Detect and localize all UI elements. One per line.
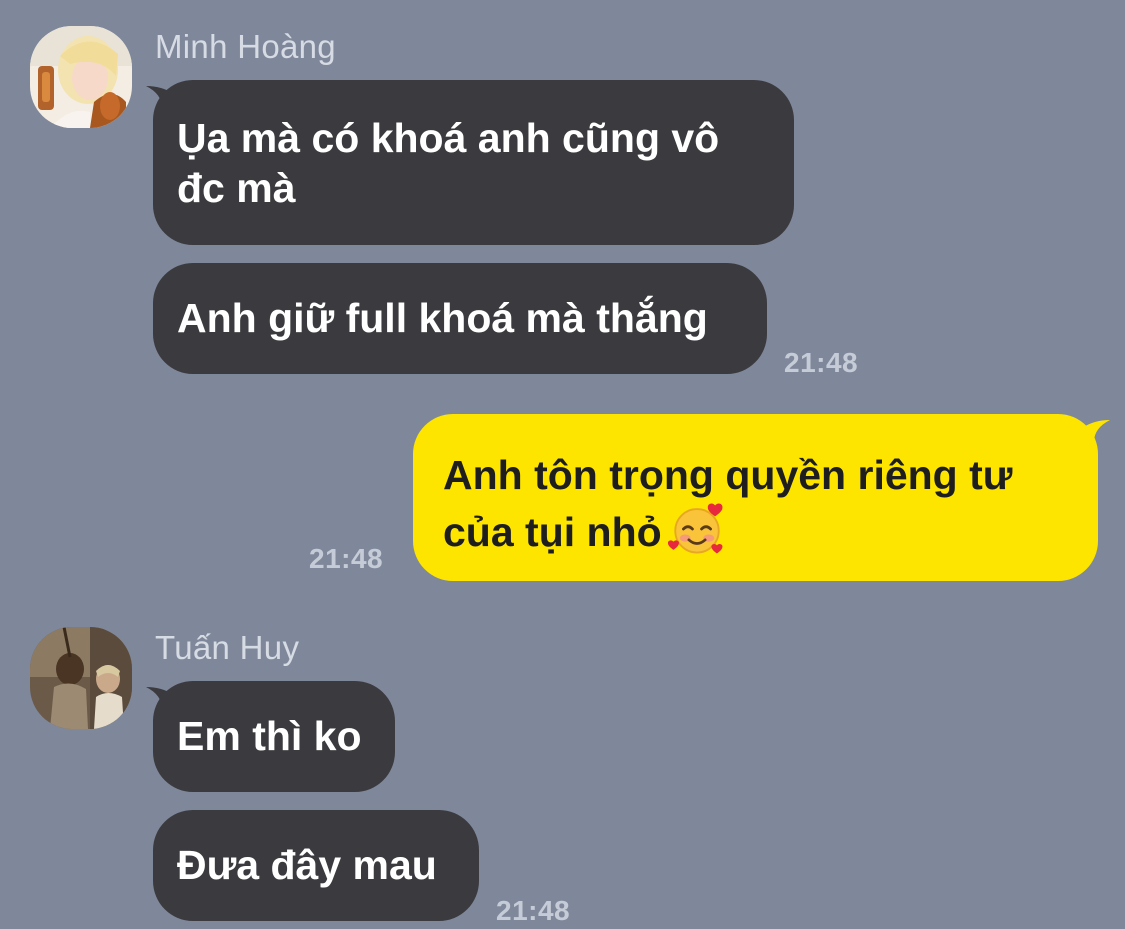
message-timestamp: 21:48 <box>784 347 859 378</box>
user-photo-icon <box>30 26 132 128</box>
message-timestamp: 21:48 <box>309 543 384 574</box>
message-text: Đưa đây mau <box>177 842 437 888</box>
message-bubble[interactable]: Em thì ko <box>153 681 395 792</box>
sender-name: Minh Hoàng <box>155 28 336 65</box>
sender-name: Tuấn Huy <box>155 629 300 666</box>
message-bubble-outgoing[interactable]: Anh tôn trọng quyền riêng tư của tụi nhỏ <box>413 414 1098 581</box>
message-text: Em thì ko <box>177 713 362 759</box>
user-photo-icon <box>30 627 132 729</box>
avatar[interactable] <box>30 26 132 128</box>
message-text: Anh tôn trọng quyền riêng tư <box>443 452 1013 498</box>
message-bubble[interactable]: Anh giữ full khoá mà thắng <box>153 263 767 374</box>
message-text: của tụi nhỏ <box>443 509 662 555</box>
message-bubble[interactable]: Đưa đây mau <box>153 810 479 921</box>
message-timestamp: 21:48 <box>496 895 571 926</box>
message-bubble[interactable]: Ụa mà có khoá anh cũng vô đc mà <box>153 80 794 245</box>
message-text: đc mà <box>177 165 296 211</box>
avatar[interactable] <box>30 627 132 729</box>
chat-area[interactable]: Minh Hoàng Ụa mà có khoá anh cũng vô đc … <box>0 0 1125 929</box>
message-text: Anh giữ full khoá mà thắng <box>177 295 708 341</box>
bubble-tail <box>1082 420 1110 442</box>
smiling-face-with-hearts-icon <box>667 503 723 554</box>
message-text: Ụa mà có khoá anh cũng vô <box>177 115 720 161</box>
